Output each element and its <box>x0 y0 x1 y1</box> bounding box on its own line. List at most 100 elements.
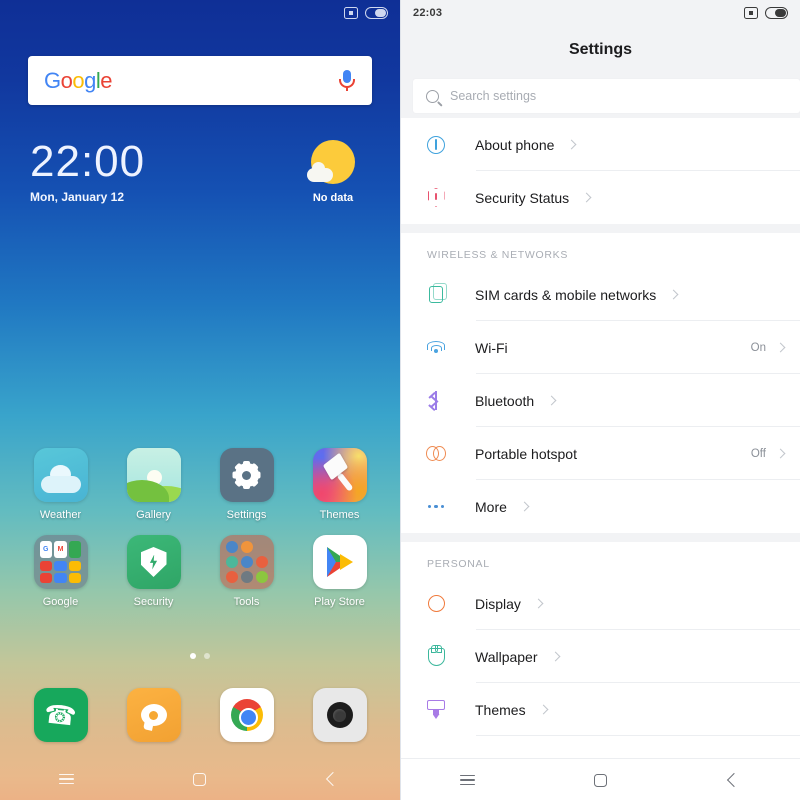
search-settings-input[interactable]: Search settings <box>413 79 800 113</box>
app-label: Settings <box>226 509 267 521</box>
hotspot-icon <box>425 443 447 465</box>
row-label: Portable hotspot <box>475 445 577 462</box>
info-icon <box>425 134 447 156</box>
row-label: Wi-Fi <box>475 339 508 356</box>
nav-home-button[interactable] <box>534 759 667 800</box>
clock-date: Mon, January 12 <box>30 190 125 204</box>
chevron-right-icon <box>566 139 577 150</box>
app-settings[interactable]: Settings <box>200 448 293 521</box>
row-value: On <box>750 341 766 354</box>
app-label: Tools <box>233 596 260 608</box>
home-square-icon <box>594 773 607 787</box>
chevron-right-icon <box>550 651 560 662</box>
page-dot-active[interactable] <box>190 653 196 659</box>
row-label: More <box>475 498 507 515</box>
bluetooth-icon <box>425 390 447 412</box>
app-grid: Weather Gallery Settings Themes G M Goog… <box>0 448 400 608</box>
app-tools-folder[interactable]: Tools <box>200 535 293 608</box>
app-security[interactable]: Security <box>107 535 200 608</box>
display-icon <box>425 593 447 615</box>
google-folder-icon: G M <box>33 535 88 589</box>
clock-widget[interactable]: 22:00 Mon, January 12 <box>30 137 146 205</box>
screenshot-icon <box>744 7 758 19</box>
settings-row-themes[interactable]: Themes <box>401 683 800 736</box>
home-status-bar <box>0 0 400 26</box>
weather-widget[interactable]: No data <box>290 140 376 204</box>
settings-row-display[interactable]: Display <box>401 577 800 630</box>
dual-screen-comparison: Google 22:00 Mon, January 12 No data Wea… <box>0 0 800 800</box>
wallpaper-icon <box>425 644 447 668</box>
home-status-icons <box>344 7 388 19</box>
sim-card-icon <box>425 283 447 306</box>
settings-row-bluetooth[interactable]: Bluetooth <box>401 374 800 427</box>
row-label: Display <box>475 595 521 612</box>
google-logo: Google <box>44 67 113 93</box>
section-divider <box>401 224 800 233</box>
dock-item-phone[interactable]: ☎ <box>14 688 107 742</box>
app-play-store[interactable]: Play Store <box>293 535 386 608</box>
clock-time: 22:00 <box>30 137 146 186</box>
settings-screen: 22:03 Settings Search settings About pho… <box>400 0 800 800</box>
nav-menu-button[interactable] <box>0 758 133 800</box>
settings-row-about-phone[interactable]: About phone <box>401 118 800 171</box>
app-label: Google <box>42 596 79 608</box>
app-label: Themes <box>319 509 360 521</box>
settings-status-icons <box>744 7 788 19</box>
home-square-icon <box>193 772 207 786</box>
settings-row-portable-hotspot[interactable]: Portable hotspot Off <box>401 427 800 480</box>
row-label: Security Status <box>475 189 570 206</box>
chevron-right-icon <box>775 342 786 353</box>
gallery-app-icon <box>126 448 181 502</box>
home-nav-bar <box>0 758 400 800</box>
back-chevron-icon <box>726 772 741 788</box>
home-screen: Google 22:00 Mon, January 12 No data Wea… <box>0 0 400 800</box>
security-app-icon <box>126 535 181 589</box>
camera-icon <box>312 688 367 742</box>
app-themes[interactable]: Themes <box>293 448 386 521</box>
app-google-folder[interactable]: G M Google <box>14 535 107 608</box>
shield-icon <box>425 187 447 209</box>
app-weather[interactable]: Weather <box>14 448 107 521</box>
app-label: Play Store <box>314 596 365 608</box>
battery-icon <box>365 7 388 19</box>
settings-row-wifi[interactable]: Wi-Fi On <box>401 321 800 374</box>
app-gallery[interactable]: Gallery <box>107 448 200 521</box>
settings-row-more[interactable]: More <box>401 480 800 533</box>
microphone-icon[interactable] <box>338 68 356 94</box>
dock-item-camera[interactable] <box>293 688 386 742</box>
chevron-right-icon <box>668 289 679 300</box>
chevron-right-icon <box>533 598 544 609</box>
app-label: Weather <box>39 509 82 521</box>
settings-row-security-status[interactable]: Security Status <box>401 171 800 224</box>
status-bar-time: 22:03 <box>413 7 443 19</box>
section-divider <box>401 533 800 542</box>
google-search-bar[interactable]: Google <box>28 56 372 105</box>
sun-cloud-icon <box>307 140 355 184</box>
back-chevron-icon <box>326 771 341 787</box>
dock-item-messages[interactable] <box>107 688 200 742</box>
app-label: Gallery <box>136 509 171 521</box>
chevron-right-icon <box>519 501 530 512</box>
more-dots-icon <box>425 496 447 518</box>
menu-icon <box>460 774 475 786</box>
settings-header: Settings <box>401 26 800 74</box>
app-label: Security <box>133 596 174 608</box>
settings-row-wallpaper[interactable]: Wallpaper <box>401 630 800 683</box>
section-header-wireless: WIRELESS & NETWORKS <box>401 233 800 268</box>
nav-home-button[interactable] <box>133 758 266 800</box>
phone-icon: ☎ <box>33 688 88 742</box>
nav-menu-button[interactable] <box>401 759 534 800</box>
section-header-personal: PERSONAL <box>401 542 800 577</box>
row-label: Themes <box>475 701 526 718</box>
page-dot[interactable] <box>204 653 210 659</box>
dock: ☎ <box>0 688 400 742</box>
settings-list[interactable]: About phone Security Status WIRELESS & N… <box>401 118 800 758</box>
settings-row-sim-cards[interactable]: SIM cards & mobile networks <box>401 268 800 321</box>
search-placeholder: Search settings <box>450 89 537 103</box>
wifi-icon <box>425 337 447 359</box>
page-indicator[interactable] <box>0 653 400 659</box>
nav-back-button[interactable] <box>667 759 800 800</box>
settings-nav-bar <box>401 758 800 800</box>
dock-item-chrome[interactable] <box>200 688 293 742</box>
nav-back-button[interactable] <box>267 758 400 800</box>
